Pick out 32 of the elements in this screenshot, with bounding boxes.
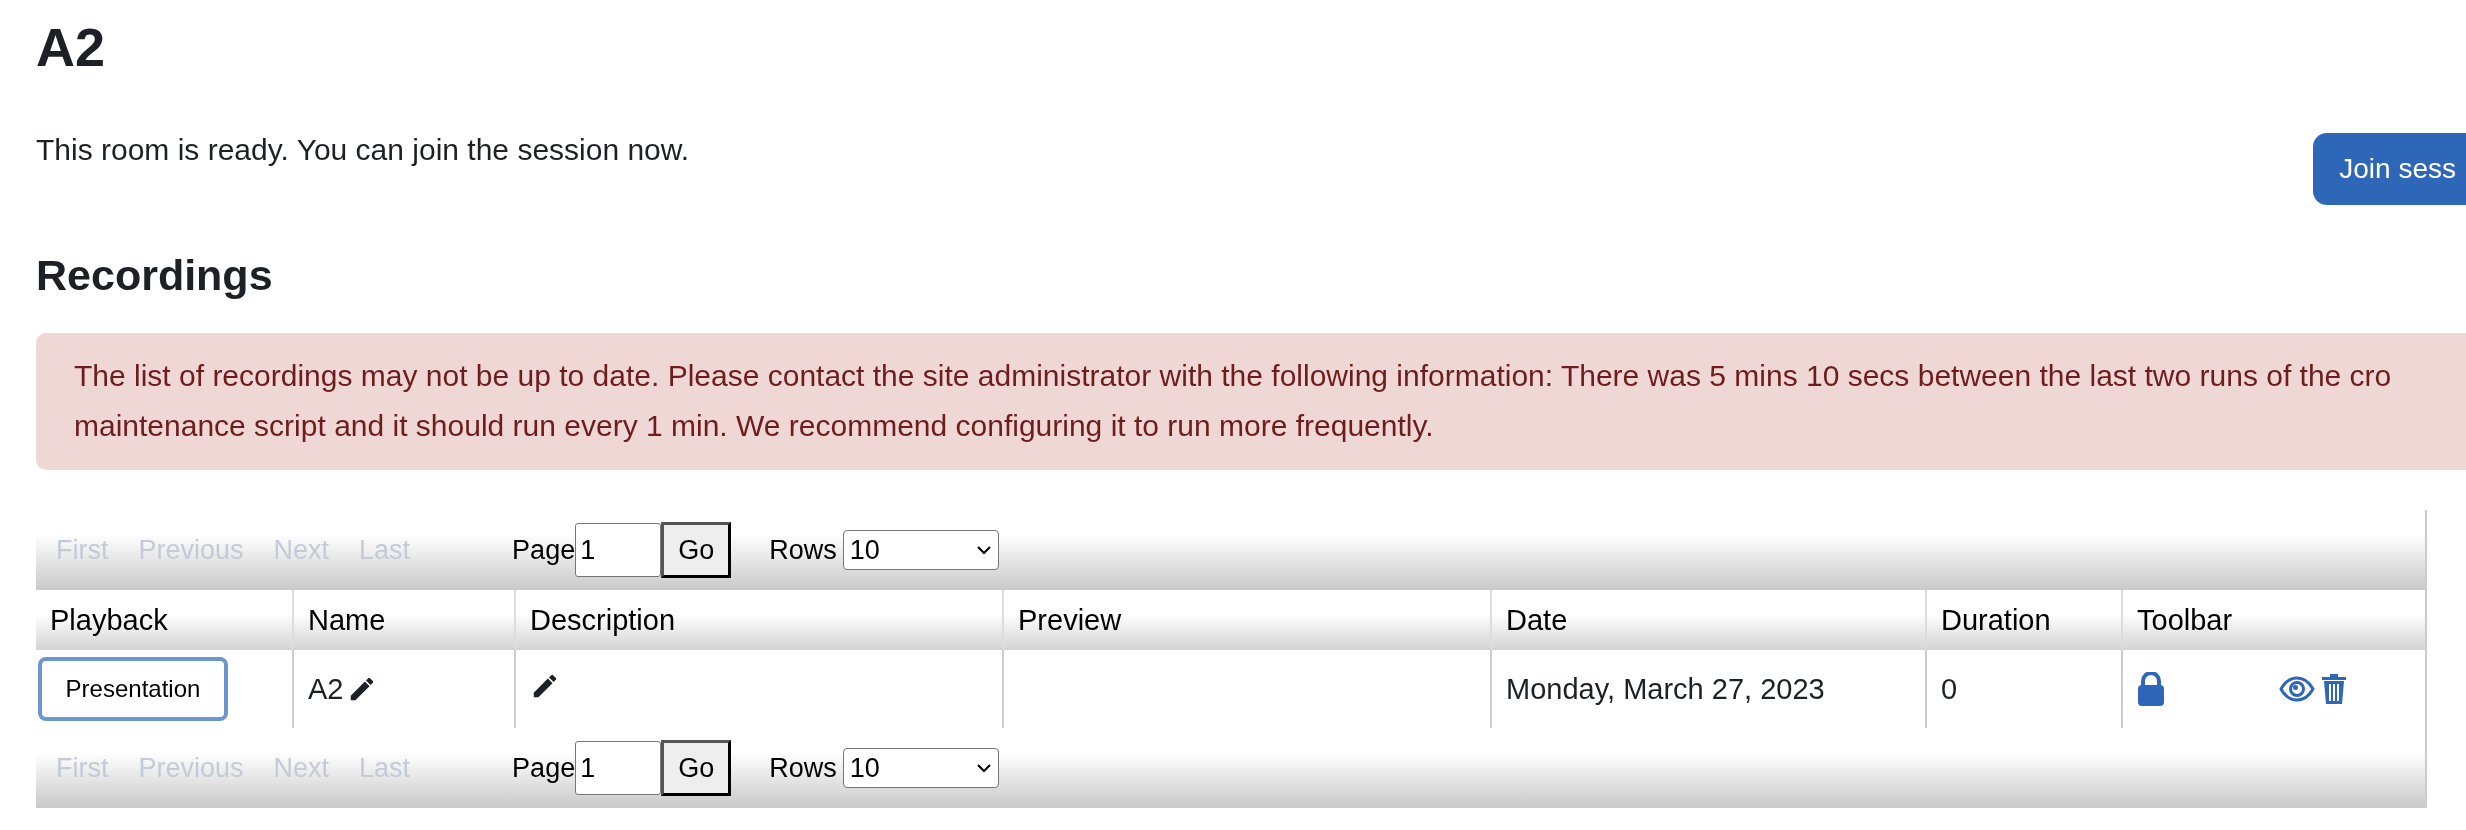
go-button[interactable]: Go xyxy=(661,522,732,578)
eye-icon[interactable] xyxy=(2279,676,2315,702)
column-header: Description xyxy=(515,590,1003,650)
playback-button[interactable]: Presentation xyxy=(38,657,228,721)
column-header: Duration xyxy=(1926,590,2122,650)
recording-name: A2 xyxy=(308,672,344,706)
column-header: Toolbar xyxy=(2122,590,2425,650)
rows-label: Rows xyxy=(769,752,837,784)
join-session-button[interactable]: Join sess xyxy=(2313,133,2466,205)
lock-icon[interactable] xyxy=(2137,672,2165,706)
page-title: A2 xyxy=(36,16,107,79)
section-heading: Recordings xyxy=(36,250,274,301)
rows-select[interactable]: 10 xyxy=(842,530,999,570)
rows-select[interactable]: 10 xyxy=(842,748,999,788)
page-field[interactable]: 1 xyxy=(575,523,662,577)
trash-icon[interactable] xyxy=(2321,673,2347,705)
page-field[interactable]: 1 xyxy=(575,741,662,795)
column-header: Date xyxy=(1491,590,1926,650)
page-label: Page xyxy=(512,752,576,784)
rows-label: Rows xyxy=(769,534,837,566)
page-label: Page xyxy=(512,534,576,566)
table-cell: Monday, March 27, 2023 xyxy=(1506,672,1825,705)
column-header: Preview xyxy=(1003,590,1491,650)
alert-text: maintenance script and it should run every 1 min. We recommend configuring it to run more frequently. xyxy=(74,408,1435,444)
chevron-down-icon xyxy=(975,763,992,773)
go-button[interactable]: Go xyxy=(661,740,732,796)
column-header: Name xyxy=(293,590,515,650)
table-cell: 0 xyxy=(1941,672,1958,705)
status-message: This room is ready. You can join the session now. xyxy=(36,133,690,167)
column-header: Playback xyxy=(36,590,293,650)
alert-text: The list of recordings may not be up to date. Please contact the site administrator with the following information: There was 5 mins 10 secs between the last two runs of the cro xyxy=(74,358,2393,394)
chevron-down-icon xyxy=(975,545,992,555)
